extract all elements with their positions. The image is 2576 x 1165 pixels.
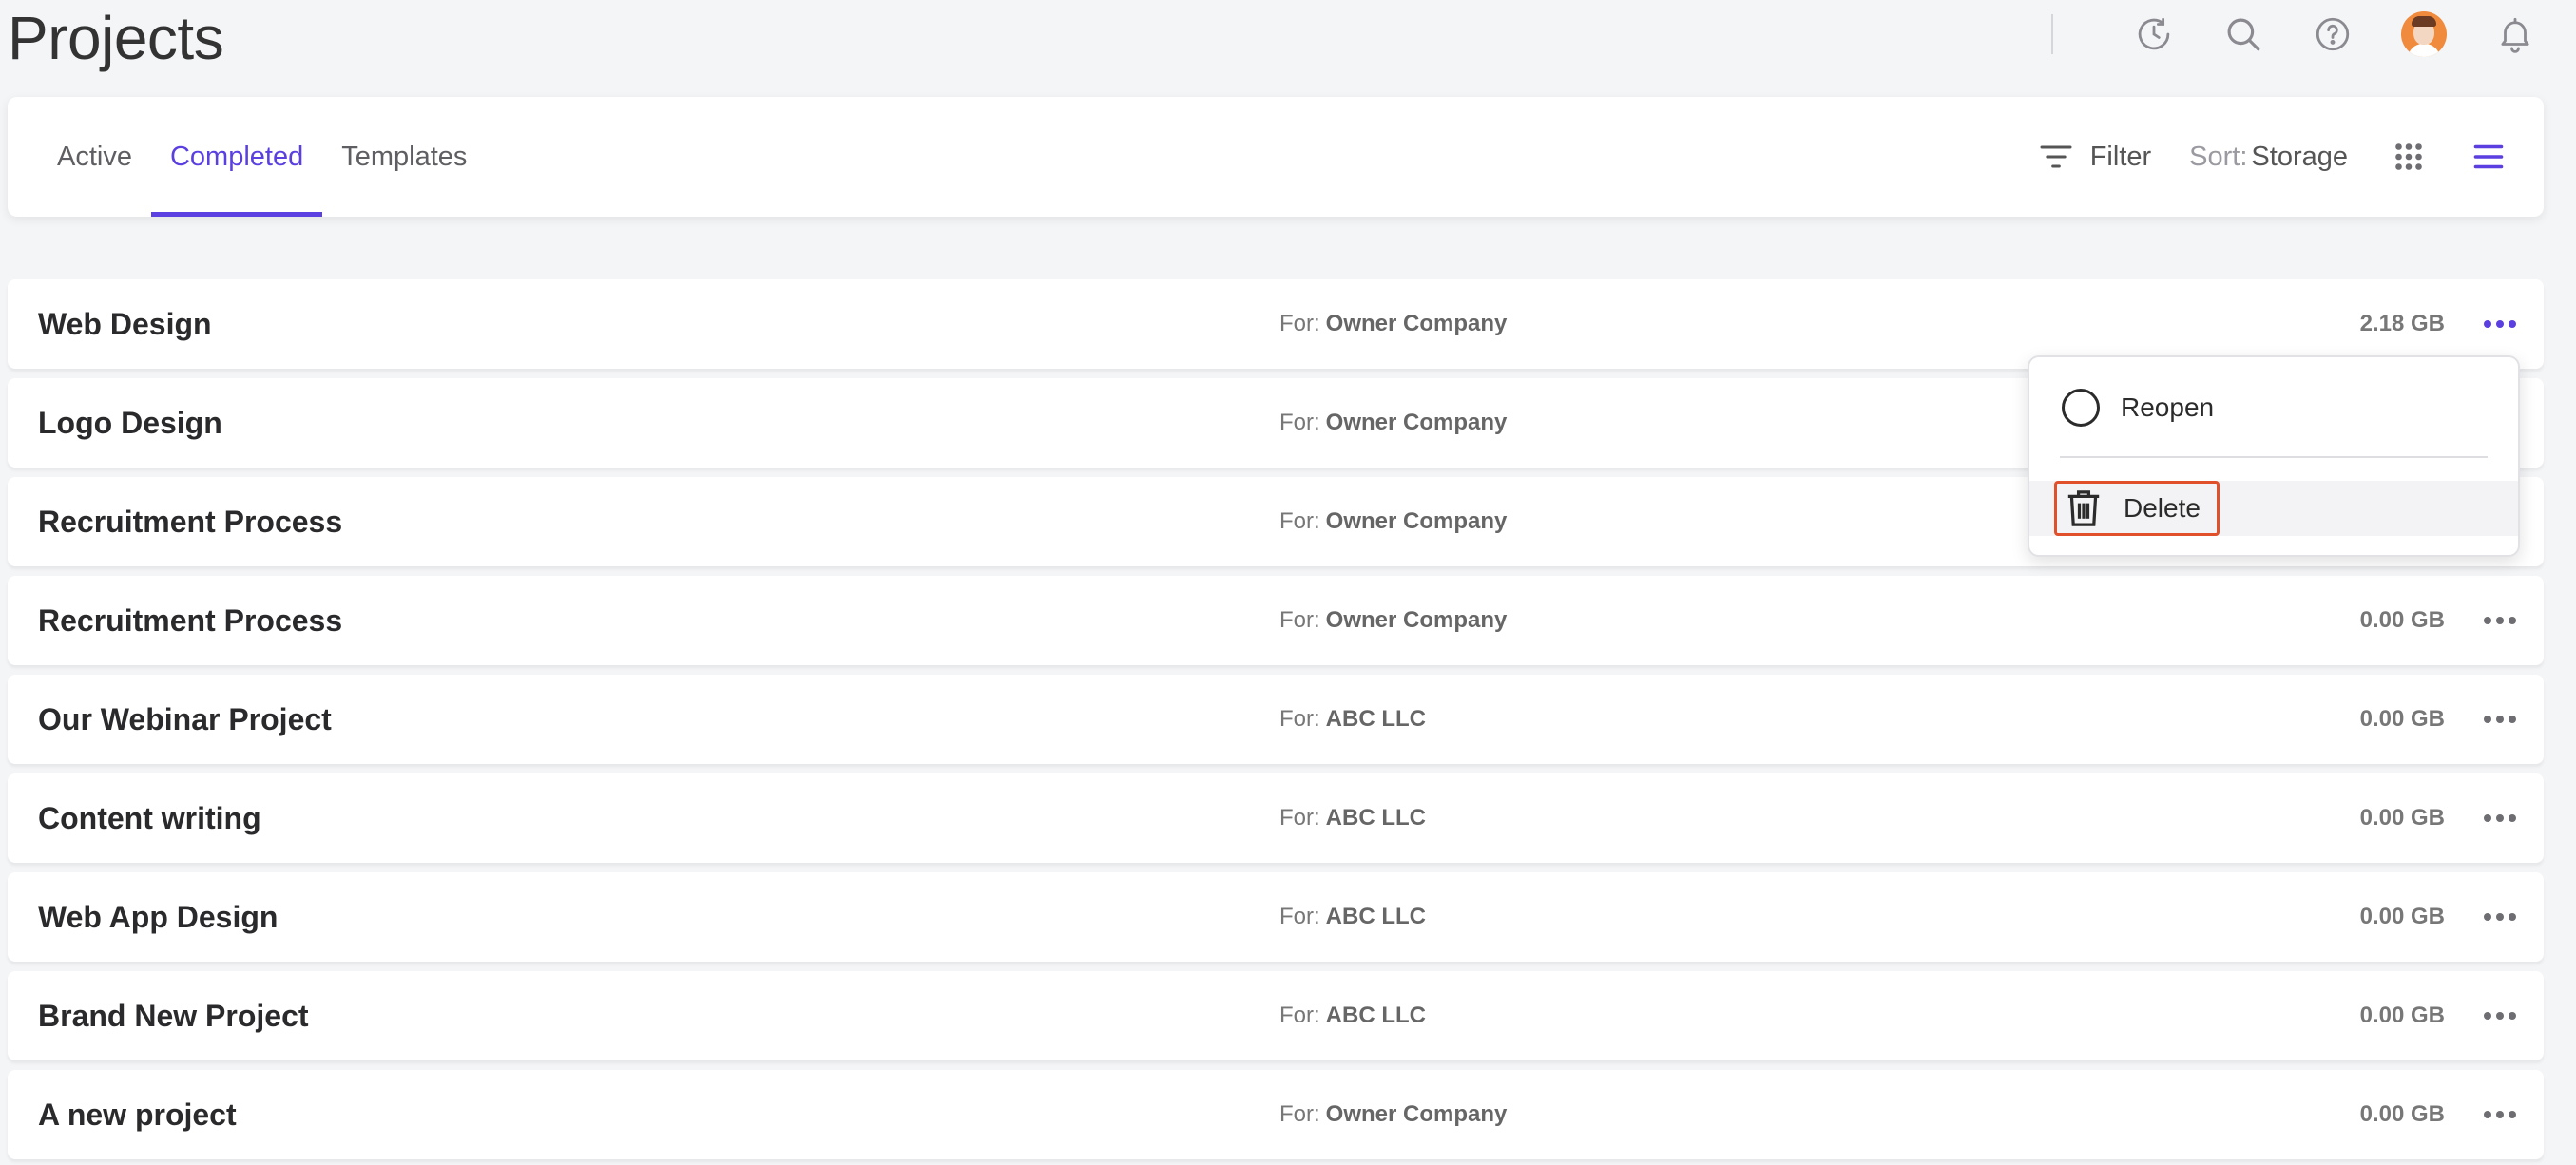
for-label: For: [1279, 904, 1320, 929]
project-name[interactable]: Brand New Project [38, 971, 309, 1060]
grid-icon [2395, 143, 2422, 170]
list-view-button[interactable] [2470, 138, 2508, 176]
more-options-button[interactable] [2473, 305, 2527, 343]
more-options-button[interactable] [2473, 1096, 2527, 1134]
more-icon [2484, 1111, 2516, 1118]
delete-menu-item[interactable]: Delete [2029, 481, 2518, 536]
project-storage: 0.00 GB [2359, 607, 2445, 633]
for-label: For: [1279, 1101, 1320, 1127]
project-storage: 0.00 GB [2359, 904, 2445, 929]
project-name[interactable]: Content writing [38, 773, 261, 863]
circle-icon [2062, 389, 2100, 427]
list-icon [2473, 144, 2504, 169]
more-options-button[interactable] [2473, 997, 2527, 1035]
project-name[interactable]: Web App Design [38, 872, 278, 962]
client-name: ABC LLC [1325, 805, 1426, 831]
project-name[interactable]: Recruitment Process [38, 477, 342, 566]
filter-button[interactable]: Filter [2037, 138, 2151, 176]
for-label: For: [1279, 1003, 1320, 1028]
client-name: ABC LLC [1325, 1003, 1426, 1028]
tab-active[interactable]: Active [8, 97, 151, 217]
bell-icon[interactable] [2494, 13, 2536, 55]
page-title: Projects [8, 4, 224, 72]
for-label: For: [1279, 410, 1320, 435]
project-client: For: ABC LLC [1279, 872, 1426, 962]
avatar-body [2408, 44, 2440, 57]
more-icon [2484, 716, 2516, 723]
project-name[interactable]: Web Design [38, 279, 212, 369]
project-client: For: Owner Company [1279, 279, 1507, 369]
project-client: For: Owner Company [1279, 1070, 1507, 1159]
for-label: For: [1279, 805, 1320, 831]
avatar[interactable] [2401, 11, 2447, 57]
sort-prefix: Sort: [2189, 141, 2248, 172]
project-name[interactable]: A new project [38, 1070, 237, 1159]
reopen-label: Reopen [2121, 392, 2215, 422]
project-storage: 0.00 GB [2359, 1003, 2445, 1028]
more-icon [2484, 1012, 2516, 1020]
client-name: Owner Company [1325, 607, 1508, 633]
project-name[interactable]: Logo Design [38, 378, 222, 468]
client-name: ABC LLC [1325, 706, 1426, 732]
client-name: Owner Company [1325, 311, 1508, 336]
project-client: For: Owner Company [1279, 378, 1507, 468]
more-icon [2484, 617, 2516, 624]
more-options-button[interactable] [2473, 602, 2527, 640]
client-name: Owner Company [1325, 410, 1508, 435]
table-row[interactable]: Web App Design For: ABC LLC 0.00 GB [8, 872, 2544, 962]
toolbar: Active Completed Templates Filter Sort: S… [8, 97, 2544, 217]
reopen-menu-item[interactable]: Reopen [2029, 380, 2518, 435]
project-client: For: Owner Company [1279, 576, 1507, 665]
table-row[interactable]: Content writing For: ABC LLC 0.00 GB [8, 773, 2544, 863]
toolbar-actions: Filter Sort: Storage [2037, 97, 2508, 217]
for-label: For: [1279, 706, 1320, 732]
project-storage: 0.00 GB [2359, 706, 2445, 732]
filter-label: Filter [2089, 141, 2152, 172]
tab-completed[interactable]: Completed [150, 97, 323, 217]
table-row[interactable]: Brand New Project For: ABC LLC 0.00 GB [8, 971, 2544, 1060]
for-label: For: [1279, 607, 1320, 633]
project-client: For: Owner Company [1279, 477, 1507, 566]
project-name[interactable]: Our Webinar Project [38, 675, 332, 764]
menu-divider [2060, 456, 2488, 458]
avatar-hair [2412, 16, 2436, 27]
header-divider [2051, 14, 2053, 54]
more-icon [2484, 320, 2516, 328]
project-name[interactable]: Recruitment Process [38, 576, 342, 665]
more-options-button[interactable] [2473, 700, 2527, 738]
more-icon [2484, 913, 2516, 921]
table-row[interactable]: A new project For: Owner Company 0.00 GB [8, 1070, 2544, 1159]
more-options-button[interactable] [2473, 799, 2527, 837]
sort-value: Storage [2251, 141, 2348, 172]
trash-icon [2067, 490, 2100, 526]
clock-icon[interactable] [2133, 13, 2175, 55]
more-icon [2484, 814, 2516, 822]
project-storage: 0.00 GB [2359, 1101, 2445, 1127]
help-icon[interactable] [2312, 13, 2354, 55]
sort-dropdown[interactable]: Sort: Storage [2189, 142, 2348, 173]
header-actions [2051, 6, 2536, 63]
delete-button[interactable]: Delete [2054, 481, 2220, 536]
project-client: For: ABC LLC [1279, 971, 1426, 1060]
project-client: For: ABC LLC [1279, 675, 1426, 764]
table-row[interactable]: Recruitment Process For: Owner Company 0.… [8, 576, 2544, 665]
tab-templates[interactable]: Templates [322, 97, 486, 217]
client-name: Owner Company [1325, 508, 1508, 534]
client-name: Owner Company [1325, 1101, 1508, 1127]
table-row[interactable]: Our Webinar Project For: ABC LLC 0.00 GB [8, 675, 2544, 764]
tab-bar: Active Completed Templates [8, 97, 486, 217]
grid-view-button[interactable] [2390, 138, 2428, 176]
for-label: For: [1279, 311, 1320, 336]
project-client: For: ABC LLC [1279, 773, 1426, 863]
search-icon[interactable] [2222, 13, 2264, 55]
delete-label: Delete [2124, 493, 2201, 523]
project-context-menu: Reopen Delete [2028, 355, 2520, 557]
project-storage: 0.00 GB [2359, 805, 2445, 831]
more-options-button[interactable] [2473, 898, 2527, 936]
client-name: ABC LLC [1325, 904, 1426, 929]
filter-icon [2040, 145, 2072, 168]
for-label: For: [1279, 508, 1320, 534]
